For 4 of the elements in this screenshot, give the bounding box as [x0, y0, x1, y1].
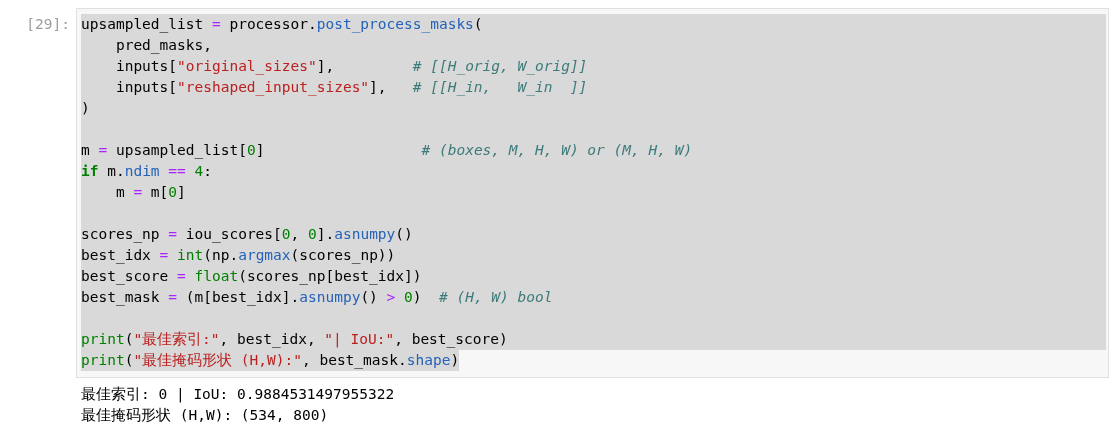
cell-prompt: [29]: [25, 15, 71, 34]
code-cell[interactable] [76, 8, 1109, 378]
output-line: 最佳索引: 0 | IoU: 0.9884531497955322 [81, 385, 395, 405]
output-line: 最佳掩码形状 (H,W): (534, 800) [81, 406, 329, 425]
